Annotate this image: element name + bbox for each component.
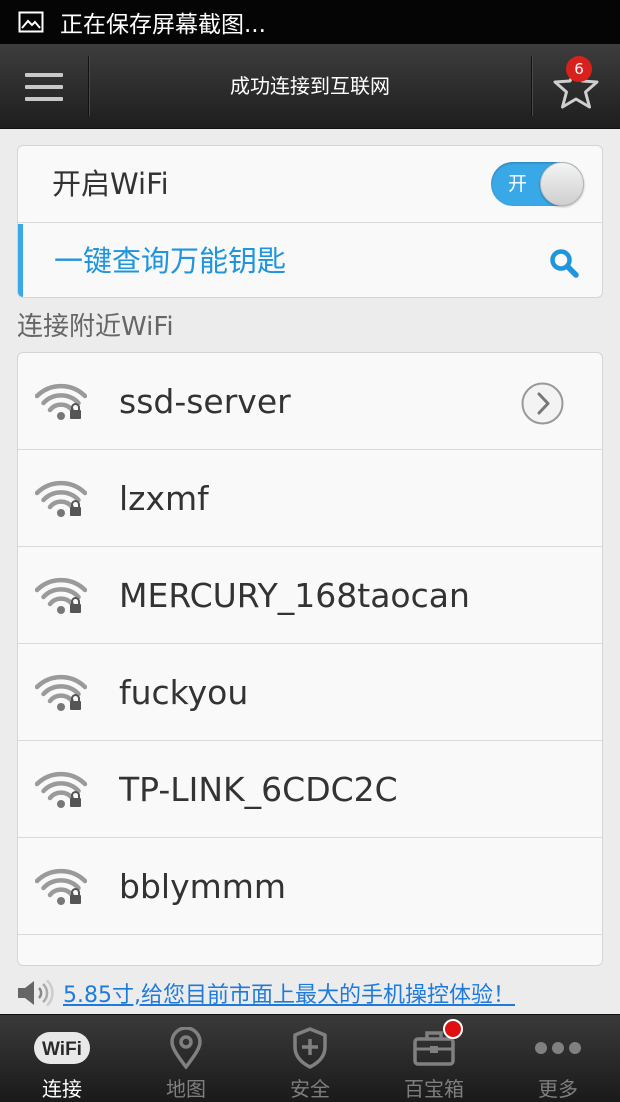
favorites-badge: 6 (566, 56, 592, 82)
tab-connect[interactable]: WiFi 连接 (0, 1015, 124, 1102)
wifi-toggle-row: 开启WiFi 开 (18, 146, 602, 223)
tab-label: 地图 (166, 1077, 206, 1101)
menu-icon (25, 72, 63, 101)
section-title: 连接附近WiFi (17, 312, 174, 342)
wifi-locked-icon (35, 480, 87, 517)
wifi-toggle[interactable]: 开 (491, 162, 584, 206)
network-row[interactable]: ssd-server (18, 353, 602, 450)
tab-more[interactable]: 更多 (496, 1015, 620, 1102)
network-ssid: bblymmm (119, 867, 287, 906)
page-title: 成功连接到互联网 (230, 74, 390, 98)
chevron-right-icon[interactable] (521, 382, 564, 425)
more-icon (528, 1026, 588, 1070)
notice-link[interactable]: 5.85寸,给您目前市面上最大的手机操控体验！ (63, 977, 515, 1009)
network-row[interactable] (18, 935, 602, 965)
tab-label: 百宝箱 (404, 1077, 464, 1101)
network-ssid: MERCURY_168taocan (119, 576, 470, 615)
wifi-toggle-label: 开启WiFi (52, 167, 169, 201)
tab-toolbox[interactable]: 百宝箱 (372, 1015, 496, 1102)
tab-label: 安全 (290, 1077, 330, 1101)
shield-icon (280, 1026, 340, 1070)
tab-label: 更多 (538, 1077, 578, 1101)
wifi-locked-icon (35, 674, 87, 711)
wifi-locked-icon (35, 771, 87, 808)
key-query-label: 一键查询万能钥匙 (54, 244, 287, 278)
network-row[interactable]: bblymmm (18, 838, 602, 935)
favorites-button[interactable]: 6 (532, 44, 620, 129)
wifi-locked-icon (35, 383, 87, 420)
map-pin-icon (156, 1026, 216, 1070)
wifi-locked-icon (35, 577, 87, 614)
search-icon (550, 249, 579, 278)
network-ssid: fuckyou (119, 673, 249, 712)
network-ssid: ssd-server (119, 382, 291, 421)
speaker-icon (18, 979, 54, 1007)
image-icon (18, 11, 44, 33)
tab-label: 连接 (42, 1077, 82, 1101)
network-list: ssd-server lzxmf MERCURY_168taocan fucky… (17, 352, 603, 966)
wifi-control-card: 开启WiFi 开 一键查询万能钥匙 (17, 145, 603, 298)
menu-button[interactable] (0, 44, 88, 129)
toggle-knob (540, 162, 584, 206)
network-ssid: lzxmf (119, 479, 209, 518)
status-bar: 正在保存屏幕截图... (0, 0, 620, 44)
network-row[interactable]: lzxmf (18, 450, 602, 547)
divider (88, 56, 89, 116)
network-row[interactable]: TP-LINK_6CDC2C (18, 741, 602, 838)
tab-security[interactable]: 安全 (248, 1015, 372, 1102)
bottom-tab-bar: WiFi 连接 地图 安全 百宝箱 更多 (0, 1014, 620, 1102)
toolbox-notification-dot (443, 1019, 463, 1039)
status-text: 正在保存屏幕截图... (60, 12, 266, 38)
network-ssid: TP-LINK_6CDC2C (119, 770, 398, 809)
toggle-state-label: 开 (508, 173, 528, 195)
wifi-icon: WiFi (32, 1026, 92, 1070)
key-query-row[interactable]: 一键查询万能钥匙 (18, 224, 602, 297)
wifi-locked-icon (35, 868, 87, 905)
tab-map[interactable]: 地图 (124, 1015, 248, 1102)
top-bar: 成功连接到互联网 6 (0, 44, 620, 129)
notice-bar: 5.85寸,给您目前市面上最大的手机操控体验！ (17, 976, 515, 1010)
svg-text:WiFi: WiFi (42, 1039, 82, 1060)
network-row[interactable]: MERCURY_168taocan (18, 547, 602, 644)
network-row[interactable]: fuckyou (18, 644, 602, 741)
